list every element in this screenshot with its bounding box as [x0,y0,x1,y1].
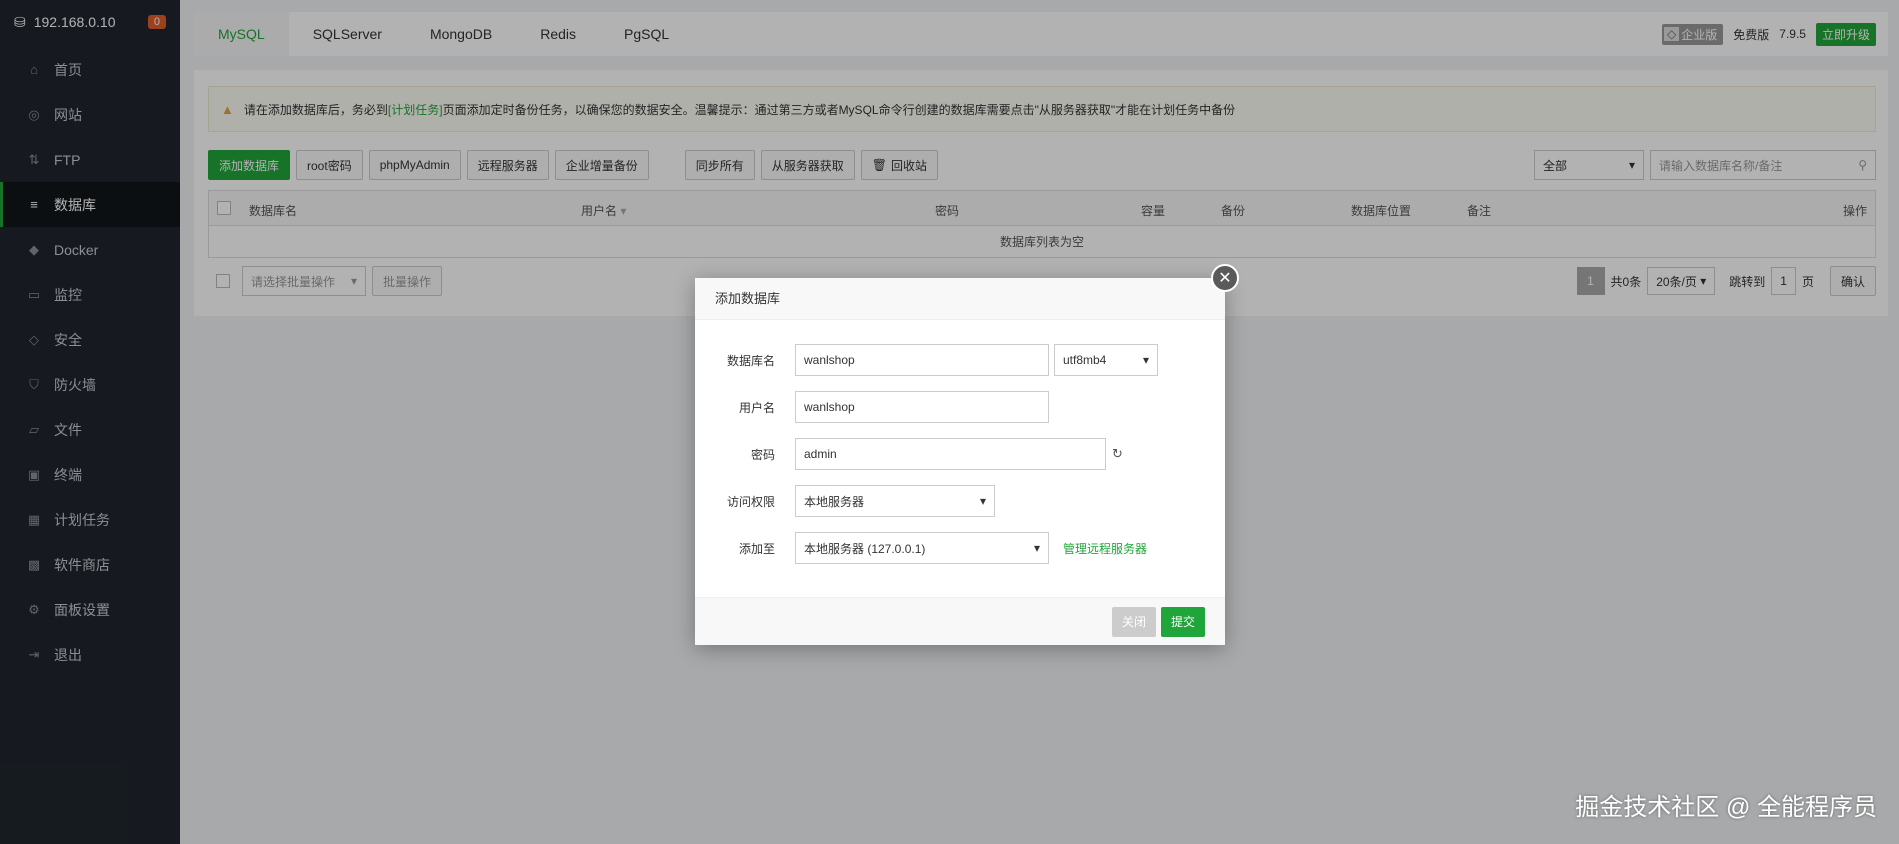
close-button[interactable]: 关闭 [1111,606,1156,637]
db-name-label: 数据库名 [726,353,775,368]
add-to-select[interactable]: 本地服务器 (127.0.0.1) ▾ [795,532,1049,564]
submit-button[interactable]: 提交 [1160,606,1205,637]
dialog-footer: 关闭 提交 [695,597,1225,645]
password-input[interactable]: admin [795,438,1106,470]
chevron-down-icon: ▾ [1033,541,1040,555]
close-icon[interactable]: ✕ [1211,264,1239,292]
add-database-dialog: 添加数据库 ✕ 数据库名 wanlshop utf8mb4 ▾ 用户名 wanl… [695,264,1239,645]
row-db-name: 数据库名 wanlshop utf8mb4 ▾ [695,344,1158,376]
access-label: 访问权限 [726,494,775,509]
dialog-title: 添加数据库 [695,278,1225,320]
row-password: 密码 admin ↻ [695,438,1123,470]
db-name-input[interactable]: wanlshop [795,344,1049,376]
manage-remote-link[interactable]: 管理远程服务器 [1063,540,1147,557]
row-add-to: 添加至 本地服务器 (127.0.0.1) ▾ 管理远程服务器 [695,532,1147,564]
add-to-label: 添加至 [738,541,775,556]
chevron-down-icon: ▾ [1142,353,1149,367]
username-label: 用户名 [738,400,775,415]
refresh-icon[interactable]: ↻ [1112,446,1123,462]
row-username: 用户名 wanlshop [695,391,1049,423]
chevron-down-icon: ▾ [979,494,986,508]
row-access: 访问权限 本地服务器 ▾ [695,485,995,517]
charset-select[interactable]: utf8mb4 ▾ [1054,344,1158,376]
access-select[interactable]: 本地服务器 ▾ [795,485,995,517]
watermark: 掘金技术社区 @ 全能程序员 [1575,794,1877,821]
password-label: 密码 [750,447,775,462]
username-input[interactable]: wanlshop [795,391,1049,423]
